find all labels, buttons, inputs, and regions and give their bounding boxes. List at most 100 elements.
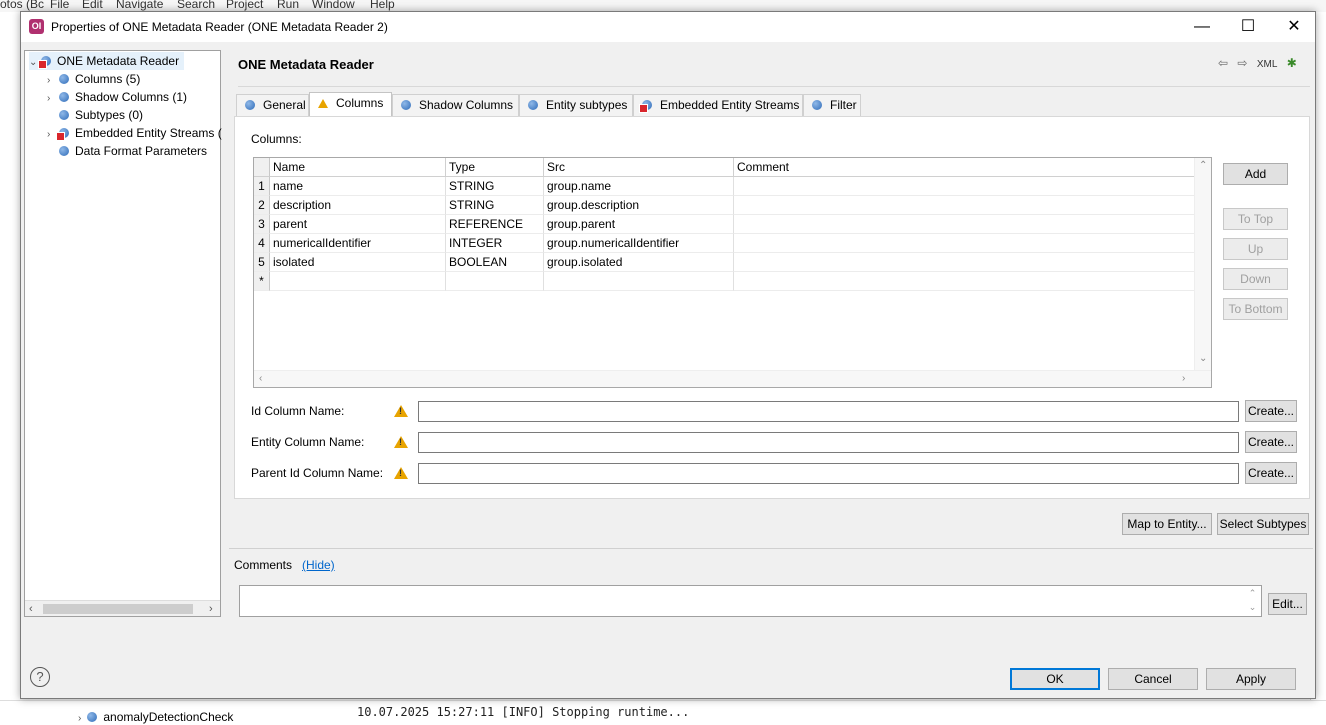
help-icon[interactable]: ?: [30, 667, 50, 687]
cell-comment[interactable]: [734, 196, 1195, 215]
editor-toolbar: ⇦ ⇨ XML ✱: [1218, 56, 1303, 70]
scrollbar-thumb[interactable]: [43, 604, 193, 614]
cell-type[interactable]: BOOLEAN: [446, 253, 544, 272]
column-header-name[interactable]: Name: [270, 158, 446, 177]
bug-icon[interactable]: ✱: [1287, 56, 1297, 70]
comments-scrollbar[interactable]: ⌃ ⌄: [1244, 586, 1261, 616]
to-top-button[interactable]: To Top: [1223, 208, 1288, 230]
cell-type[interactable]: STRING: [446, 177, 544, 196]
scroll-right-icon[interactable]: ›: [1182, 373, 1185, 384]
table-vertical-scrollbar[interactable]: ⌃ ⌄: [1194, 158, 1211, 371]
columns-table[interactable]: Name Type Src Comment 1 name STRING grou…: [253, 157, 1212, 388]
parent-id-column-name-input[interactable]: [418, 463, 1239, 484]
row-number[interactable]: 5: [254, 253, 270, 272]
id-column-create-button[interactable]: Create...: [1245, 400, 1297, 422]
tab-filter[interactable]: Filter: [803, 94, 861, 116]
warning-icon: [394, 436, 408, 448]
tab-columns[interactable]: Columns: [309, 92, 392, 116]
map-to-entity-button[interactable]: Map to Entity...: [1122, 513, 1212, 535]
node-icon: [59, 92, 69, 102]
cell-name[interactable]: name: [270, 177, 446, 196]
warning-icon: [394, 467, 408, 479]
scroll-left-icon[interactable]: ‹: [29, 601, 33, 617]
tree-horizontal-scrollbar[interactable]: ‹ ›: [25, 600, 220, 616]
cell-new-name[interactable]: [270, 272, 446, 291]
to-bottom-button[interactable]: To Bottom: [1223, 298, 1288, 320]
cell-type[interactable]: STRING: [446, 196, 544, 215]
up-button[interactable]: Up: [1223, 238, 1288, 260]
id-column-name-input[interactable]: [418, 401, 1239, 422]
cancel-button[interactable]: Cancel: [1108, 668, 1198, 690]
row-number[interactable]: 3: [254, 215, 270, 234]
scroll-right-icon[interactable]: ›: [209, 601, 213, 617]
background-bottom-pane: › anomalyDetectionCheck 10.07.2025 15:27:…: [0, 700, 1326, 725]
add-button[interactable]: Add: [1223, 163, 1288, 185]
tab-entity-subtypes[interactable]: Entity subtypes: [519, 94, 633, 116]
apply-button[interactable]: Apply: [1206, 668, 1296, 690]
tree-item-shadow-columns[interactable]: › Shadow Columns (1): [47, 88, 187, 106]
tree-item-columns[interactable]: › Columns (5): [47, 70, 140, 88]
dialog-titlebar: OI Properties of ONE Metadata Reader (ON…: [21, 12, 1315, 42]
parent-id-column-create-button[interactable]: Create...: [1245, 462, 1297, 484]
cell-src[interactable]: group.name: [544, 177, 734, 196]
cell-name[interactable]: isolated: [270, 253, 446, 272]
background-menu-window: Window: [312, 0, 355, 11]
scroll-down-icon[interactable]: ⌄: [1244, 600, 1261, 614]
cell-comment[interactable]: [734, 234, 1195, 253]
cell-name[interactable]: description: [270, 196, 446, 215]
cell-src[interactable]: group.numericalIdentifier: [544, 234, 734, 253]
entity-column-name-label: Entity Column Name:: [251, 435, 365, 449]
maximize-button[interactable]: ☐: [1225, 12, 1271, 42]
row-number[interactable]: 4: [254, 234, 270, 253]
cell-name[interactable]: numericalIdentifier: [270, 234, 446, 253]
cell-src[interactable]: group.parent: [544, 215, 734, 234]
cell-new-type[interactable]: [446, 272, 544, 291]
scroll-down-icon[interactable]: ⌄: [1199, 353, 1207, 364]
node-icon: [401, 100, 411, 110]
entity-column-name-input[interactable]: [418, 432, 1239, 453]
comments-separator: [229, 548, 1313, 549]
close-button[interactable]: ✕: [1271, 12, 1317, 42]
cell-type[interactable]: INTEGER: [446, 234, 544, 253]
cell-comment[interactable]: [734, 253, 1195, 272]
row-number[interactable]: 2: [254, 196, 270, 215]
back-arrow-icon[interactable]: ⇦: [1218, 56, 1228, 70]
entity-column-create-button[interactable]: Create...: [1245, 431, 1297, 453]
column-header-comment[interactable]: Comment: [734, 158, 1195, 177]
hide-comments-link[interactable]: (Hide): [302, 558, 335, 572]
cell-type[interactable]: REFERENCE: [446, 215, 544, 234]
row-number[interactable]: 1: [254, 177, 270, 196]
cell-src[interactable]: group.description: [544, 196, 734, 215]
xml-button[interactable]: XML: [1257, 59, 1278, 70]
tree-item-embedded-entity-streams[interactable]: › Embedded Entity Streams (: [47, 124, 222, 142]
scroll-up-icon[interactable]: ⌃: [1244, 586, 1261, 600]
tree-item-one-metadata-reader[interactable]: ⌄ ONE Metadata Reader: [29, 52, 184, 70]
tab-shadow-columns[interactable]: Shadow Columns: [392, 94, 519, 116]
cell-name[interactable]: parent: [270, 215, 446, 234]
cell-new-src[interactable]: [544, 272, 734, 291]
cell-src[interactable]: group.isolated: [544, 253, 734, 272]
minimize-button[interactable]: —: [1179, 12, 1225, 42]
tree-item-subtypes[interactable]: Subtypes (0): [47, 106, 143, 124]
scroll-left-icon[interactable]: ‹: [259, 373, 262, 384]
table-horizontal-scrollbar[interactable]: ‹ ›: [254, 370, 1211, 387]
tab-embedded-entity-streams[interactable]: Embedded Entity Streams: [633, 94, 803, 116]
column-header-type[interactable]: Type: [446, 158, 544, 177]
columns-panel: Columns: Name Type Src Comment 1 name ST…: [234, 116, 1310, 499]
cell-comment[interactable]: [734, 177, 1195, 196]
tree-item-data-format-parameters[interactable]: Data Format Parameters: [47, 142, 207, 160]
ok-button[interactable]: OK: [1010, 668, 1100, 690]
app-icon: OI: [29, 19, 44, 34]
tab-general[interactable]: General: [236, 94, 309, 116]
down-button[interactable]: Down: [1223, 268, 1288, 290]
comments-textarea[interactable]: ⌃ ⌄: [239, 585, 1262, 617]
properties-tree[interactable]: ⌄ ONE Metadata Reader › Columns (5) › Shado…: [24, 50, 222, 617]
cell-new-comment[interactable]: [734, 272, 1195, 291]
new-row-marker[interactable]: *: [254, 272, 270, 291]
cell-comment[interactable]: [734, 215, 1195, 234]
scroll-up-icon[interactable]: ⌃: [1199, 160, 1207, 171]
edit-comments-button[interactable]: Edit...: [1268, 593, 1307, 615]
column-header-src[interactable]: Src: [544, 158, 734, 177]
forward-arrow-icon[interactable]: ⇨: [1237, 56, 1247, 70]
select-subtypes-button[interactable]: Select Subtypes: [1217, 513, 1309, 535]
